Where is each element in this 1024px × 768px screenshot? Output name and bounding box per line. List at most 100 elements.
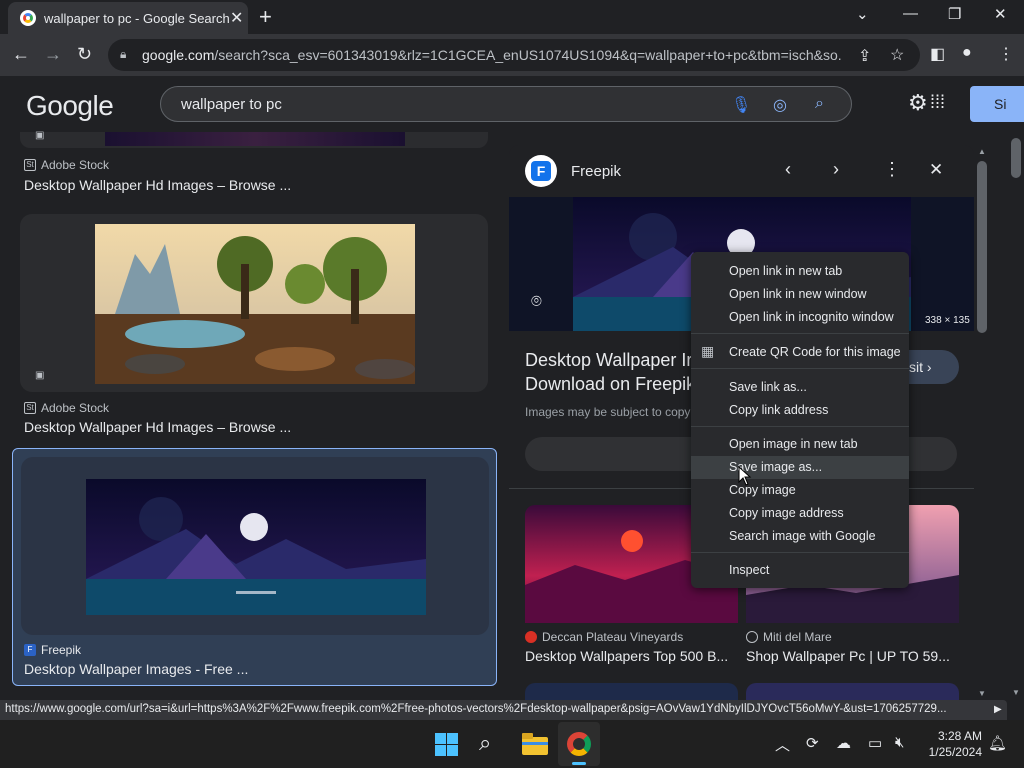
freepik-favicon-icon: F [24, 644, 36, 656]
lens-icon[interactable]: ⌾ [531, 291, 542, 312]
taskbar-search-icon[interactable]: ⌕ [479, 730, 491, 756]
address-bar[interactable]: 🔒︎ google.com/search?sca_esv=601343019&r… [108, 39, 920, 71]
tab-search-chevron-icon[interactable]: ⌄ [856, 5, 869, 23]
menu-separator [691, 426, 909, 427]
page-scrollbar-thumb[interactable] [1011, 138, 1021, 178]
search-box[interactable]: wallpaper to pc 🎙︎ ◎ ⌕ [160, 86, 852, 122]
menu-open-image-new-tab[interactable]: Open image in new tab [691, 433, 909, 456]
result-title[interactable]: Desktop Wallpaper Hd Images – Browse ... [24, 419, 291, 435]
lock-icon[interactable]: 🔒︎ [120, 47, 126, 62]
network-icon[interactable]: ▭ [868, 734, 882, 752]
back-icon[interactable]: ← [12, 44, 30, 65]
menu-separator [691, 368, 909, 369]
result-thumbnail[interactable] [95, 224, 415, 384]
menu-copy-image[interactable]: Copy image [691, 479, 909, 502]
menu-open-link-new-window[interactable]: Open link in new window [691, 283, 909, 306]
windows-start-icon[interactable] [435, 733, 458, 756]
tray-overflow-icon[interactable]: ︿ [775, 734, 790, 755]
search-input[interactable]: wallpaper to pc [181, 96, 282, 113]
preview-title[interactable]: Desktop Wallpaper Ir Download on Freepik [525, 348, 695, 396]
taskbar-clock[interactable]: 3:28 AM 1/25/2024 [926, 728, 982, 760]
lens-search-icon[interactable]: ◎ [773, 95, 787, 115]
volume-muted-icon[interactable]: 🔇︎ [895, 734, 904, 751]
menu-copy-link-address[interactable]: Copy link address [691, 399, 909, 422]
tab-bar: wallpaper to pc - Google Search ✕ + ⌄ — … [0, 0, 1024, 34]
image-badge-icon: ▣ [35, 130, 45, 141]
forward-icon[interactable]: → [44, 44, 62, 65]
minimize-icon[interactable]: — [903, 5, 918, 22]
result-source[interactable]: St Adobe Stock [24, 158, 109, 172]
tab-title: wallpaper to pc - Google Search [44, 11, 230, 26]
file-explorer-icon[interactable] [522, 733, 548, 755]
onedrive-icon[interactable]: ☁ [836, 734, 851, 752]
freepik-logo-icon[interactable]: F [525, 155, 557, 187]
sign-in-button[interactable]: Si [970, 86, 1024, 122]
related-source[interactable]: Deccan Plateau Vineyards [525, 630, 683, 644]
close-tab-icon[interactable]: ✕ [230, 8, 243, 28]
google-favicon-icon [20, 10, 36, 26]
result-title[interactable]: Desktop Wallpaper Hd Images – Browse ... [24, 177, 291, 193]
voice-search-icon[interactable]: 🎙︎ [731, 95, 751, 115]
selected-result-card[interactable]: F Freepik Desktop Wallpaper Images - Free… [12, 448, 497, 686]
windows-taskbar: ⌕ ︿ ⟳ ☁ ▭ 🔇︎ 3:28 AM 1/25/2024 🔔︎ [0, 720, 1024, 768]
reload-icon[interactable]: ↻ [77, 44, 92, 65]
notification-bell-icon[interactable]: 🔔︎ [988, 734, 1007, 752]
close-panel-icon[interactable]: ✕ [929, 160, 943, 180]
result-thumbnail[interactable] [105, 132, 405, 146]
page-scrollbar[interactable]: ▼ [1008, 132, 1024, 700]
copyright-notice: Images may be subject to copy [525, 405, 691, 419]
search-icon[interactable]: ⌕ [815, 95, 824, 113]
source-favicon-icon: St [24, 402, 36, 414]
scroll-right-icon[interactable]: ▶ [994, 704, 1002, 715]
mouse-cursor-icon [738, 466, 752, 486]
previous-result-icon[interactable]: ‹ [785, 159, 791, 180]
close-window-icon[interactable]: ✕ [994, 5, 1007, 23]
menu-separator [691, 333, 909, 334]
related-thumbnail[interactable] [525, 683, 738, 700]
result-title[interactable]: Desktop Wallpaper Images - Free ... [24, 661, 248, 677]
bookmark-star-icon[interactable]: ☆ [890, 45, 904, 65]
google-logo[interactable]: Google [26, 90, 114, 122]
image-card[interactable] [21, 457, 489, 635]
share-icon[interactable]: ⇪ [858, 46, 871, 66]
menu-copy-image-address[interactable]: Copy image address [691, 502, 909, 525]
chrome-icon [567, 732, 591, 756]
result-thumbnail[interactable] [86, 479, 426, 615]
menu-open-link-incognito[interactable]: Open link in incognito window [691, 306, 909, 329]
browser-tab[interactable]: wallpaper to pc - Google Search ✕ [8, 2, 248, 34]
chrome-taskbar-button[interactable] [558, 722, 600, 766]
menu-inspect[interactable]: Inspect [691, 559, 909, 582]
new-tab-icon[interactable]: + [259, 4, 272, 30]
restore-icon[interactable]: ❐ [948, 5, 961, 23]
panel-site-name[interactable]: Freepik [571, 163, 621, 180]
more-options-icon[interactable]: ⋮ [883, 159, 901, 180]
image-badge-icon: ▣ [35, 370, 45, 381]
side-panel-icon[interactable]: ◧ [930, 44, 945, 64]
related-title[interactable]: Shop Wallpaper Pc | UP TO 59... [746, 648, 950, 664]
image-card[interactable]: ▣ [20, 214, 488, 392]
menu-save-link-as[interactable]: Save link as... [691, 376, 909, 399]
apps-grid-icon[interactable]: ⁞⁞⁞ [930, 92, 945, 113]
google-header: Google wallpaper to pc 🎙︎ ◎ ⌕ ⚙ ⁞⁞⁞ Si [0, 76, 1024, 132]
panel-scrollbar[interactable]: ▲ ▼ [974, 145, 990, 700]
panel-scrollbar-thumb[interactable] [977, 161, 987, 333]
menu-kebab-icon[interactable]: ⋮ [998, 44, 1014, 64]
settings-gear-icon[interactable]: ⚙ [908, 90, 928, 116]
related-title[interactable]: Desktop Wallpapers Top 500 B... [525, 648, 728, 664]
globe-icon [746, 631, 758, 643]
results-grid: ▣ St Adobe Stock Desktop Wallpaper Hd Ima… [0, 130, 505, 700]
related-source[interactable]: Miti del Mare [746, 630, 832, 644]
next-result-icon[interactable]: › [833, 159, 839, 180]
related-thumbnail[interactable] [746, 683, 959, 700]
result-source[interactable]: St Adobe Stock [24, 401, 109, 415]
browser-toolbar: ← → ↻ 🔒︎ google.com/search?sca_esv=60134… [0, 34, 1024, 76]
menu-search-image-google[interactable]: Search image with Google [691, 525, 909, 548]
url-text: google.com/search?sca_esv=601343019&rlz=… [142, 47, 842, 63]
profile-icon[interactable]: ● [962, 44, 972, 62]
menu-open-link-new-tab[interactable]: Open link in new tab [691, 260, 909, 283]
sync-icon[interactable]: ⟳ [806, 734, 819, 752]
result-source[interactable]: F Freepik [24, 643, 81, 657]
menu-create-qr-code[interactable]: Create QR Code for this image [691, 341, 909, 364]
image-card-top[interactable]: ▣ [20, 130, 488, 148]
menu-save-image-as[interactable]: Save image as... [691, 456, 909, 479]
